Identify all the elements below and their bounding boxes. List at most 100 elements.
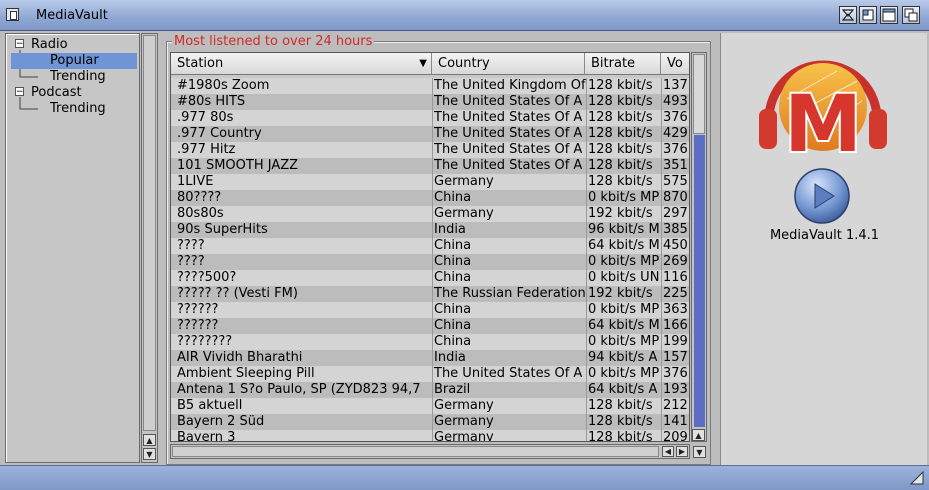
table-row[interactable]: ?????? China 64 kbit/s M 166 xyxy=(171,318,689,334)
table-cell: China xyxy=(432,318,586,334)
table-cell: 0 kbit/s MP xyxy=(586,190,662,206)
table-body: #1980s Zoom The United Kingdom Of 128 kbit… xyxy=(171,78,689,442)
table-horizontal-scrollbar[interactable]: ◀ ▶ xyxy=(170,444,690,459)
table-row[interactable]: 80s80s Germany 192 kbit/s 297 xyxy=(171,206,689,222)
app-logo: M xyxy=(759,60,887,159)
table-scroll-left-icon[interactable]: ◀ xyxy=(662,446,674,457)
table-cell: The United Kingdom Of xyxy=(432,78,586,94)
table-cell: 128 kbit/s xyxy=(586,78,662,94)
depth-button[interactable] xyxy=(902,6,920,24)
table-cell: 128 kbit/s xyxy=(586,142,662,158)
table-cell: 64 kbit/s A xyxy=(586,382,662,398)
maximize-button[interactable] xyxy=(880,6,898,24)
tree-scroll-thumb[interactable] xyxy=(143,35,156,431)
table-cell: Ambient Sleeping Pill xyxy=(177,366,315,381)
table-row[interactable]: ???????? China 0 kbit/s MP 199 xyxy=(171,334,689,350)
expander-podcast-icon[interactable]: − xyxy=(15,87,24,97)
table-cell: The Russian Federation xyxy=(432,286,586,302)
tree-scroll-down-icon[interactable]: ▼ xyxy=(143,448,156,460)
table-cell: #1980s Zoom xyxy=(177,78,270,93)
table-row[interactable]: AIR Vividh Bharathi India 94 kbit/s A 157 xyxy=(171,350,689,366)
table-vertical-scrollbar[interactable]: ▲ xyxy=(691,52,707,442)
expander-radio-icon[interactable]: − xyxy=(15,39,24,49)
table-row[interactable]: 101 SMOOTH JAZZ The United States Of A 128… xyxy=(171,158,689,174)
table-cell: The United States Of A xyxy=(432,366,586,382)
tree-item-radio[interactable]: Radio xyxy=(31,37,68,52)
table-cell: The United States Of A xyxy=(432,110,586,126)
close-window-icon[interactable] xyxy=(6,8,19,21)
table-cell: 429 xyxy=(661,126,689,142)
maximize-icon xyxy=(882,8,896,22)
table-cell: Germany xyxy=(432,174,586,190)
table-scroll-down-icon[interactable]: ▼ xyxy=(693,446,706,458)
table-row[interactable]: 90s SuperHits India 96 kbit/s M 385 xyxy=(171,222,689,238)
table-row[interactable]: ???? China 0 kbit/s MP 269 xyxy=(171,254,689,270)
table-cell: 80???? xyxy=(177,190,222,205)
table-cell: 128 kbit/s xyxy=(586,158,662,174)
category-tree[interactable]: − Radio Popular Trending − Podcast Trend… xyxy=(5,33,140,463)
depth-icon xyxy=(904,8,918,22)
table-cell: ???????? xyxy=(177,334,233,349)
table-cell: Brazil xyxy=(432,382,586,398)
minimize-button[interactable] xyxy=(859,6,877,24)
table-row[interactable]: ????? ?? (Vesti FM) The Russian Federatio… xyxy=(171,286,689,302)
table-row[interactable]: Bayern 3 Germany 128 kbit/s 209 xyxy=(171,430,689,442)
iconify-button[interactable] xyxy=(839,6,857,24)
table-row[interactable]: .977 Hitz The United States Of A 128 kbit/… xyxy=(171,142,689,158)
table-cell: The United States Of A xyxy=(432,142,586,158)
table-row[interactable]: Bayern 2 Süd Germany 128 kbit/s 141 xyxy=(171,414,689,430)
table-scroll-right-icon[interactable]: ▶ xyxy=(676,446,688,457)
table-cell: The United States Of A xyxy=(432,158,586,174)
table-row[interactable]: #1980s Zoom The United Kingdom Of 128 kbit… xyxy=(171,78,689,94)
column-header-votes[interactable]: Vo xyxy=(661,53,689,75)
table-cell: 128 kbit/s xyxy=(586,126,662,142)
column-header-station[interactable]: Station ▼ xyxy=(171,53,432,75)
table-cell: ???? xyxy=(177,238,205,253)
table-cell: 0 kbit/s MP xyxy=(586,254,662,270)
table-vscroll-thumb[interactable] xyxy=(693,54,705,134)
table-cell: China xyxy=(432,302,586,318)
table-row[interactable]: .977 80s The United States Of A 128 kbit/s… xyxy=(171,110,689,126)
table-cell: China xyxy=(432,270,586,286)
table-row[interactable]: ????500? China 0 kbit/s UN 116 xyxy=(171,270,689,286)
tree-item-podcast[interactable]: Podcast xyxy=(31,85,82,100)
table-hscroll-thumb[interactable] xyxy=(172,446,659,457)
table-row[interactable]: .977 Country The United States Of A 128 kb… xyxy=(171,126,689,142)
table-cell: 376 xyxy=(661,110,689,126)
table-row[interactable]: ?????? China 0 kbit/s MP 363 xyxy=(171,302,689,318)
table-row[interactable]: Ambient Sleeping Pill The United States O… xyxy=(171,366,689,382)
table-cell: 128 kbit/s xyxy=(586,414,662,430)
table-cell: 870 xyxy=(661,190,689,206)
table-cell: 137 xyxy=(661,78,689,94)
panel-splitter[interactable] xyxy=(158,33,165,463)
resize-grip-icon[interactable] xyxy=(910,471,924,485)
table-row[interactable]: 80???? China 0 kbit/s MP 870 xyxy=(171,190,689,206)
table-row[interactable]: Antena 1 S?o Paulo, SP (ZYD823 94,7 Brazi… xyxy=(171,382,689,398)
column-header-bitrate[interactable]: Bitrate xyxy=(585,53,661,75)
table-cell: .977 Country xyxy=(177,126,262,141)
play-icon[interactable] xyxy=(793,167,851,225)
table-row[interactable]: ???? China 64 kbit/s M 450 xyxy=(171,238,689,254)
table-cell: 128 kbit/s xyxy=(586,94,662,110)
tree-item-popular-label: Popular xyxy=(50,53,99,68)
table-cell: 64 kbit/s M xyxy=(586,318,662,334)
tree-scroll-up-icon[interactable]: ▲ xyxy=(143,434,156,446)
table-cell: Bayern 3 xyxy=(177,430,236,442)
table-row[interactable]: 1LIVE Germany 128 kbit/s 575 xyxy=(171,174,689,190)
table-scroll-up-icon[interactable]: ▲ xyxy=(692,429,705,441)
tree-item-trending-podcast[interactable]: Trending xyxy=(50,101,106,116)
table-cell: 90s SuperHits xyxy=(177,222,268,237)
column-header-country[interactable]: Country xyxy=(432,53,585,75)
station-table[interactable]: Station ▼ Country Bitrate Vo #1980s Zoom… xyxy=(170,52,690,442)
tree-scrollbar[interactable]: ▲ ▼ xyxy=(141,33,158,463)
tree-item-trending-radio[interactable]: Trending xyxy=(50,69,106,84)
table-cell: .977 Hitz xyxy=(177,142,236,157)
tree-item-popular[interactable]: Popular xyxy=(11,53,137,69)
window-title: MediaVault xyxy=(36,8,108,23)
table-cell: 385 xyxy=(661,222,689,238)
table-row[interactable]: B5 aktuell Germany 128 kbit/s 212 xyxy=(171,398,689,414)
table-row[interactable]: #80s HITS The United States Of A 128 kbit/… xyxy=(171,94,689,110)
table-vscroll-track[interactable] xyxy=(694,135,705,427)
table-cell: India xyxy=(432,222,586,238)
title-bar[interactable]: MediaVault xyxy=(0,0,929,31)
